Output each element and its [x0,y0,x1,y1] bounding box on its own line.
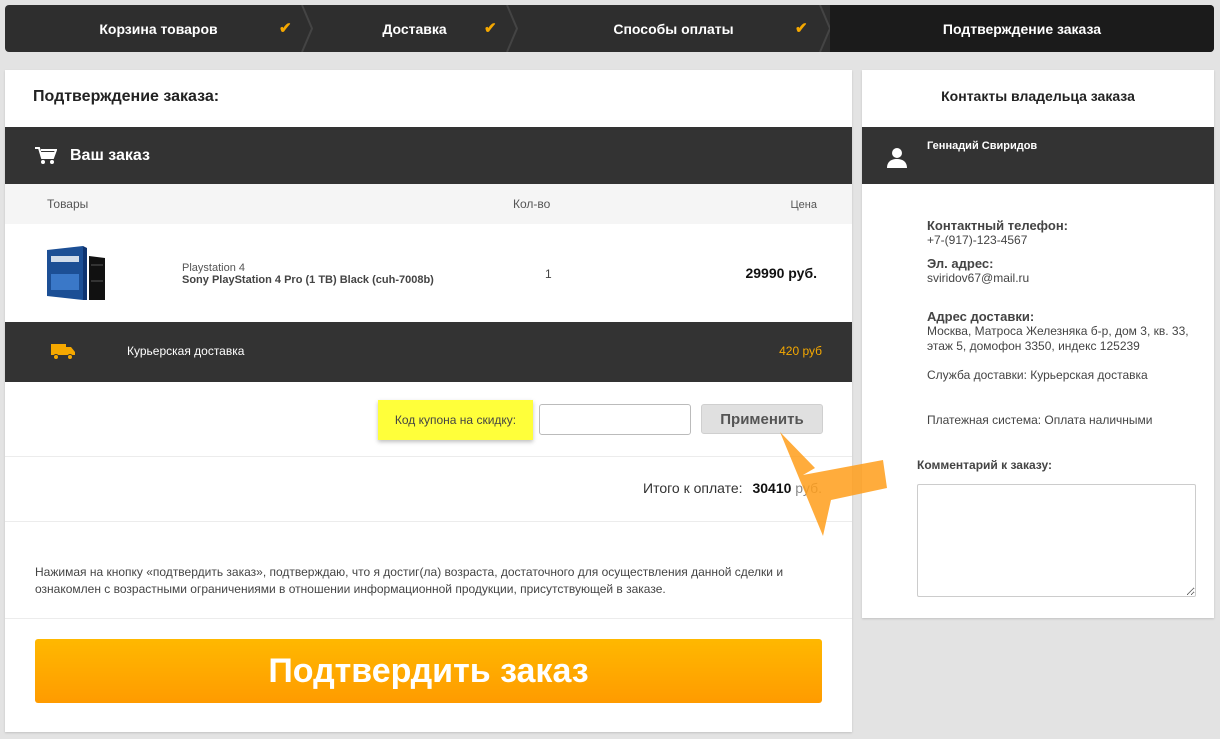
comment-label: Комментарий к заказу: [917,458,1052,472]
total-amount: 30410 [752,480,792,496]
product-name[interactable]: Sony PlayStation 4 Pro (1 TB) Black (cuh… [182,274,434,286]
step-label: Корзина товаров [99,20,218,37]
delivery-service: Служба доставки: Курьерская доставка [927,368,1148,382]
order-section-title: Ваш заказ [70,146,150,164]
col-goods: Товары [47,197,89,211]
divider [5,456,852,457]
product-price: 29990 руб. [745,265,817,281]
email-label: Эл. адрес: [927,256,994,271]
delivery-row: Курьерская доставка 420 руб [5,322,852,382]
coupon-input[interactable] [539,404,691,435]
owner-name: Геннадий Свиридов [927,140,1038,152]
step-payment[interactable]: Способы оплаты ✔ [517,5,832,52]
check-icon: ✔ [795,20,808,37]
product-image[interactable] [43,244,109,302]
phone-label: Контактный телефон: [927,218,1068,233]
user-icon [887,148,907,168]
payment-system: Платежная система: Оплата наличными [927,413,1153,427]
coupon-label: Код купона на скидку: [378,400,533,440]
divider [5,618,852,619]
step-label: Способы оплаты [613,20,734,37]
divider [5,521,852,522]
address-value: Москва, Матроса Железняка б-р, дом 3, кв… [927,324,1189,353]
total-label: Итого к оплате: [643,480,743,496]
total-currency: руб. [795,480,822,496]
comment-textarea[interactable] [917,484,1196,597]
check-icon: ✔ [484,20,497,37]
checkout-steps: Корзина товаров ✔ Доставка ✔ Способы опл… [5,5,1214,52]
col-price: Цена [790,199,817,211]
product-category: Playstation 4 [182,262,245,274]
delivery-name: Курьерская доставка [127,344,245,358]
address-block: Адрес доставки: Москва, Матроса Железняк… [927,309,1197,354]
owner-header: Геннадий Свиридов [862,127,1214,184]
product-qty: 1 [545,267,552,281]
contacts-title: Контакты владельца заказа [941,88,1135,104]
delivery-price: 420 руб [779,344,822,358]
order-header: Ваш заказ [5,127,852,184]
table-row: Playstation 4 Sony PlayStation 4 Pro (1 … [5,224,852,322]
email-value: sviridov67@mail.ru [927,271,1030,285]
address-label: Адрес доставки: [927,309,1035,324]
step-cart[interactable]: Корзина товаров ✔ [5,5,314,52]
contacts-panel: Контакты владельца заказа Геннадий Свири… [862,70,1214,618]
step-label: Подтверждение заказа [942,20,1102,37]
apply-coupon-button[interactable]: Применить [701,404,823,434]
confirm-order-button[interactable]: Подтвердить заказ [35,639,822,703]
step-confirmation[interactable]: Подтверждение заказа [830,5,1214,52]
phone-value: +7-(917)-123-4567 [927,233,1028,247]
order-panel: Подтверждение заказа: Ваш заказ Товары К… [5,70,852,732]
col-qty: Кол-во [513,197,551,211]
order-total: Итого к оплате: 30410 руб. [643,480,822,496]
order-table-header: Товары Кол-во Цена [5,184,852,224]
cart-icon [35,146,57,164]
check-icon: ✔ [279,20,292,37]
step-delivery[interactable]: Доставка ✔ [312,5,519,52]
phone-block: Контактный телефон: +7-(917)-123-4567 [927,218,1068,248]
email-block: Эл. адрес: sviridov67@mail.ru [927,256,1029,286]
truck-icon [51,344,75,360]
age-notice: Нажимая на кнопку «подтвердить заказ», п… [35,565,784,596]
page-title: Подтверждение заказа: [33,88,220,105]
